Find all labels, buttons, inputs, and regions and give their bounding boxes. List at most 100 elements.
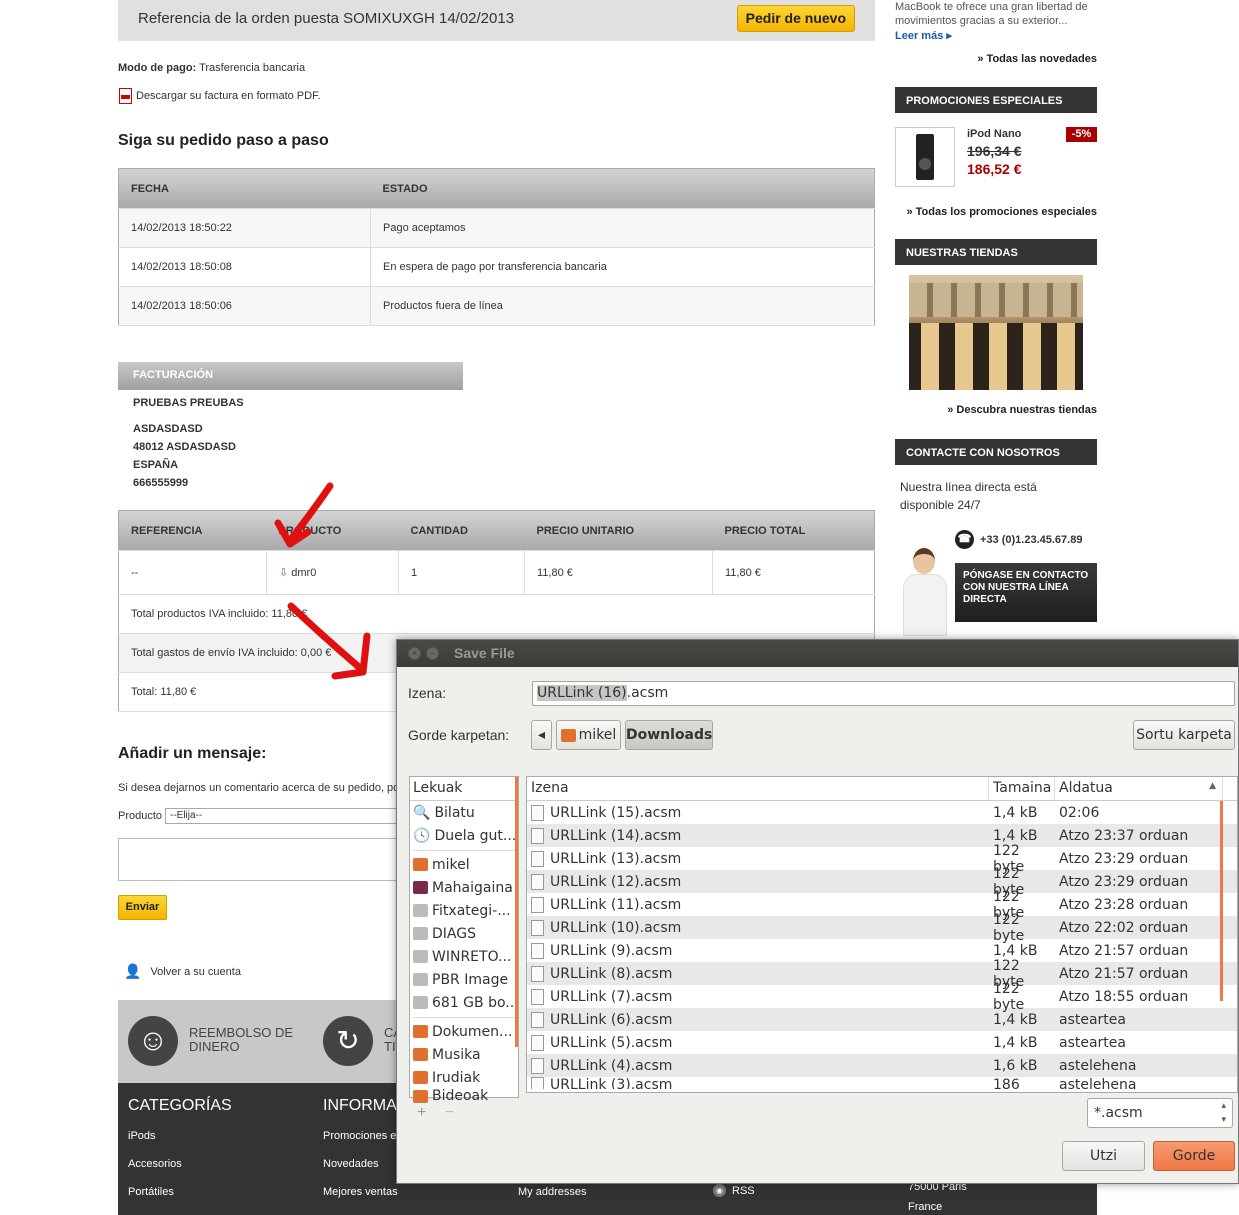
create-folder-button[interactable]: Sortu karpeta xyxy=(1133,720,1235,750)
file-row[interactable]: URLLink (3).acsm 186 byte astelehena xyxy=(527,1077,1237,1089)
crumb-mikel[interactable]: mikel xyxy=(556,720,621,750)
message-textarea[interactable] xyxy=(118,838,397,881)
arrow-annotation-2 xyxy=(287,602,371,680)
table-row: Total productos IVA incluido: 11,80 € xyxy=(118,594,875,634)
file-date: Atzo 23:28 orduan xyxy=(1059,896,1189,913)
order-header: Referencia de la orden puesta SOMIXUXGH … xyxy=(118,0,875,41)
col-date-label: Aldatua xyxy=(1059,780,1113,796)
place-desktop[interactable]: Mahaigaina xyxy=(410,876,518,899)
all-news-link[interactable]: » Todas las novedades xyxy=(895,53,1097,65)
file-row[interactable]: URLLink (5).acsm 1,4 kB asteartea xyxy=(527,1031,1237,1054)
file-row[interactable]: URLLink (7).acsm 122 byte Atzo 18:55 ordua… xyxy=(527,981,1237,1013)
places-divider xyxy=(413,1014,515,1018)
rss-link[interactable]: ◉ RSS xyxy=(713,1184,755,1197)
status-col-state: ESTADO xyxy=(370,168,875,209)
remove-place-button[interactable]: − xyxy=(445,1104,454,1122)
footer-link[interactable]: Promociones e xyxy=(323,1130,397,1142)
stores-link[interactable]: » Descubra nuestras tiendas xyxy=(895,404,1097,416)
store-image[interactable] xyxy=(909,275,1083,390)
product-select[interactable]: --Elija-- xyxy=(165,808,397,824)
file-row[interactable]: URLLink (10).acsm 122 byte Atzo 22:02 ordu… xyxy=(527,912,1237,944)
place-label: DIAGS xyxy=(432,925,476,942)
place-label: Bilatu xyxy=(434,804,475,821)
status-header-row: FECHA ESTADO xyxy=(118,168,875,209)
promo-product-name[interactable]: iPod Nano xyxy=(967,128,1021,140)
file-name: URLLink (11).acsm xyxy=(550,896,682,913)
footer-link[interactable]: iPods xyxy=(128,1130,156,1142)
drive-icon xyxy=(413,904,428,917)
file-name: URLLink (9).acsm xyxy=(550,942,673,959)
file-row[interactable]: URLLink (8).acsm 122 byte Atzo 21:57 ordua… xyxy=(527,958,1237,990)
table-row: 14/02/2013 18:50:06 Productos fuera de lí… xyxy=(118,286,875,326)
place-pbr[interactable]: PBR Image xyxy=(410,968,518,991)
place-diags[interactable]: DIAGS xyxy=(410,922,518,945)
place-videos[interactable]: Bideoak xyxy=(410,1089,518,1103)
place-home[interactable]: mikel xyxy=(410,853,518,876)
footer-link[interactable]: Mejores ventas xyxy=(323,1186,398,1198)
place-681gb[interactable]: 681 GB bo... xyxy=(410,991,518,1014)
place-search[interactable]: 🔍 Bilatu xyxy=(410,801,518,824)
file-name: URLLink (3).acsm xyxy=(550,1077,673,1089)
crumb-downloads[interactable]: Downloads xyxy=(625,720,713,750)
rss-label[interactable]: RSS xyxy=(732,1185,755,1197)
minimize-icon[interactable]: – xyxy=(426,647,439,660)
file-row[interactable]: URLLink (4).acsm 1,6 kB astelehena xyxy=(527,1054,1237,1077)
place-music[interactable]: Musika xyxy=(410,1043,518,1066)
save-button[interactable]: Gorde xyxy=(1153,1141,1235,1171)
product-name[interactable]: dmr0 xyxy=(291,567,316,579)
file-row[interactable]: URLLink (14).acsm 1,4 kB Atzo 23:37 orduan xyxy=(527,824,1237,847)
filter-select[interactable]: *.acsm ▴ ▾ xyxy=(1087,1098,1233,1128)
file-icon xyxy=(531,1077,544,1089)
total-products: Total productos IVA incluido: 11,80 € xyxy=(118,594,875,634)
place-pictures[interactable]: Irudiak xyxy=(410,1066,518,1089)
file-row[interactable]: URLLink (12).acsm 122 byte Atzo 23:29 ordu… xyxy=(527,866,1237,898)
contact-button[interactable]: PÓNGASE EN CONTACTO CON NUESTRA LÍNEA DI… xyxy=(955,563,1097,622)
promo-product-image[interactable] xyxy=(895,127,955,187)
place-documents[interactable]: Dokumen... xyxy=(410,1020,518,1043)
place-winreto[interactable]: WINRETO... xyxy=(410,945,518,968)
footer-link[interactable]: Portátiles xyxy=(128,1186,174,1198)
file-scrollbar[interactable] xyxy=(1220,801,1223,1001)
discount-badge: -5% xyxy=(1066,127,1097,142)
place-recent[interactable]: 🕓 Duela gut... xyxy=(410,824,518,847)
col-name-header[interactable]: Izena xyxy=(527,777,989,800)
read-more-link[interactable]: Leer más ▸ xyxy=(895,29,952,42)
dialog-titlebar[interactable]: × – Save File xyxy=(397,640,1238,667)
phone-icon: ☎ xyxy=(955,530,974,549)
reassurance-bar: ☺ REEMBOLSO DE DINERO ↻ CA TI xyxy=(118,1000,398,1083)
place-label: Musika xyxy=(432,1046,481,1063)
places-scrollbar[interactable] xyxy=(515,777,518,1047)
place-label: mikel xyxy=(432,856,470,873)
all-promos-link[interactable]: » Todas los promociones especiales xyxy=(895,206,1097,218)
place-label: Bideoak xyxy=(432,1089,489,1103)
file-date: Atzo 21:57 orduan xyxy=(1059,965,1189,982)
status-state: Productos fuera de línea xyxy=(370,286,875,326)
file-row[interactable]: URLLink (11).acsm 122 byte Atzo 23:28 ordu… xyxy=(527,889,1237,921)
col-size-header[interactable]: Tamaina xyxy=(989,777,1055,800)
reorder-button[interactable]: Pedir de nuevo xyxy=(736,5,855,32)
file-row[interactable]: URLLink (15).acsm 1,4 kB 02:06 xyxy=(527,801,1237,824)
file-icon xyxy=(531,988,544,1005)
file-row[interactable]: URLLink (6).acsm 1,4 kB asteartea xyxy=(527,1008,1237,1031)
send-button[interactable]: Enviar xyxy=(118,895,167,920)
read-more-label[interactable]: Leer más xyxy=(895,30,943,42)
places-header: Lekuak xyxy=(410,777,518,801)
col-date-header[interactable]: Aldatua ▲ xyxy=(1055,777,1223,800)
filename-input[interactable]: URLLink (16).acsm xyxy=(532,681,1235,706)
close-icon[interactable]: × xyxy=(408,647,421,660)
file-row[interactable]: URLLink (9).acsm 1,4 kB Atzo 21:57 orduan xyxy=(527,939,1237,962)
invoice-link[interactable]: Descargar su factura en formato PDF. xyxy=(136,90,321,102)
footer-link[interactable]: Accesorios xyxy=(128,1158,182,1170)
footer-link[interactable]: My addresses xyxy=(518,1186,586,1198)
footer-link[interactable]: Novedades xyxy=(323,1158,379,1170)
add-place-button[interactable]: + xyxy=(417,1104,426,1122)
table-row: -- ⇩ dmr0 1 11,80 € 11,80 € xyxy=(118,550,875,595)
cancel-button[interactable]: Utzi xyxy=(1062,1141,1145,1171)
place-filesystem[interactable]: Fitxategi-... xyxy=(410,899,518,922)
invoice-download[interactable]: Descargar su factura en formato PDF. xyxy=(119,88,321,104)
status-state: En espera de pago por transferencia banc… xyxy=(370,247,875,287)
back-to-account[interactable]: 👤 Volver a su cuenta xyxy=(124,963,241,980)
file-row[interactable]: URLLink (13).acsm 122 byte Atzo 23:29 ordu… xyxy=(527,843,1237,875)
chevron-left-icon[interactable]: ◂ xyxy=(531,720,552,750)
back-link[interactable]: Volver a su cuenta xyxy=(150,966,241,978)
